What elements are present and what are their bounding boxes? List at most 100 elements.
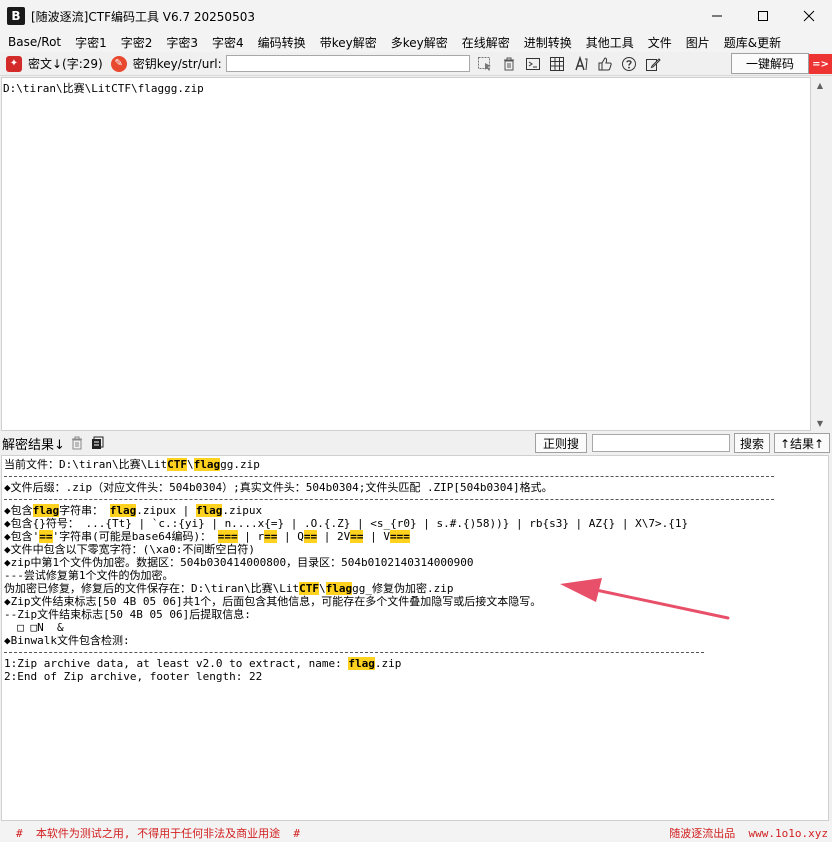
result-text: '字符串(可能是base64编码)： [52, 530, 218, 543]
result-text: | 2V [317, 530, 351, 543]
separator-line [4, 647, 826, 657]
result-text: ◆包含 [4, 504, 33, 517]
copy-result-button[interactable] [89, 435, 105, 451]
table-icon [549, 56, 564, 71]
result-text: 当前文件：D:\tiran\比赛\Lit [4, 458, 168, 471]
highlight-match: === [217, 530, 238, 543]
key-input[interactable] [225, 55, 470, 72]
result-line: 当前文件：D:\tiran\比赛\LitCTF\flaggg.zip [4, 458, 826, 471]
result-text: | Q [277, 530, 304, 543]
copy-icon [91, 436, 104, 449]
menu-item[interactable]: 其他工具 [578, 34, 640, 51]
result-line: ◆zip中第1个文件伪加密。数据区：504b030414000800，目录区：5… [4, 556, 826, 569]
minimize-button[interactable] [694, 0, 740, 32]
thumbs-up-icon [598, 56, 612, 70]
maximize-icon [758, 11, 768, 21]
scroll-down-icon[interactable]: ▼ [811, 415, 829, 431]
highlight-match: == [264, 530, 278, 543]
import-icon[interactable]: ✦ [6, 55, 22, 72]
result-text: ◆包含{}符号： ...{Tt} | `c.:{yi} | n....x{=} … [4, 517, 689, 530]
key-icon[interactable]: ✎ [110, 55, 127, 72]
input-scrollbar[interactable]: ▲ ▼ [811, 77, 829, 431]
window-title: [随波逐流]CTF编码工具 V6.7 20250503 [31, 9, 255, 24]
cipher-text: D:\tiran\比赛\LitCTF\flaggg.zip [3, 82, 204, 95]
menu-item[interactable]: 带key解密 [312, 34, 383, 51]
separator-line [4, 471, 826, 481]
result-text: 2:End of Zip archive, footer length: 22 [4, 670, 263, 683]
menu-item[interactable]: Base/Rot [0, 35, 67, 49]
menu-item[interactable]: 多key解密 [383, 34, 454, 51]
cursor-icon [477, 56, 491, 71]
scroll-up-icon[interactable]: ▲ [811, 77, 829, 93]
result-text: ◆文件后缀：.zip（对应文件头：504b0304）;真实文件头：504b030… [4, 481, 553, 494]
search-button[interactable]: 搜索 [734, 433, 770, 453]
menu-item[interactable]: 图片 [678, 34, 716, 51]
menu-item[interactable]: 字密3 [158, 34, 204, 51]
menu-item[interactable]: 进制转换 [516, 34, 578, 51]
result-text: .zipux [222, 504, 263, 517]
result-text: □ □N & [4, 621, 64, 634]
cipher-toolbar: ✦ 密文↓(字:29) ✎ 密钥key/str/url: 一键解码 => [0, 52, 832, 76]
go-arrow-button[interactable]: => [809, 54, 832, 74]
cipher-text-area[interactable]: D:\tiran\比赛\LitCTF\flaggg.zip [1, 77, 811, 431]
highlight-match: flag [32, 504, 60, 517]
result-text: --Zip文件结束标志[50 4B 05 06]后提取信息: [4, 608, 251, 621]
result-line: ◆包含flag字符串： flag.zipux | flag.zipux [4, 504, 826, 517]
result-line: ◆包含{}符号： ...{Tt} | `c.:{yi} | n....x{=} … [4, 517, 826, 530]
highlight-match: === [389, 530, 410, 543]
result-text: gg_修复伪加密.zip [352, 582, 454, 595]
cipher-label: 密文↓(字:29) [28, 57, 103, 71]
like-button[interactable] [594, 53, 616, 75]
highlight-match: flag [348, 657, 375, 670]
question-icon [621, 56, 636, 71]
close-icon [803, 10, 815, 22]
maximize-button[interactable] [740, 0, 786, 32]
menu-item[interactable]: 题库&更新 [716, 34, 787, 51]
edit-button[interactable] [642, 53, 664, 75]
menu-item[interactable]: 文件 [640, 34, 678, 51]
result-text: | r [237, 530, 265, 543]
highlight-match: flag [195, 504, 223, 517]
result-text-area[interactable]: 当前文件：D:\tiran\比赛\LitCTF\flaggg.zip ◆文件后缀：… [1, 455, 829, 821]
trash-icon [71, 436, 82, 450]
menu-item[interactable]: 在线解密 [454, 34, 516, 51]
result-line: ---尝试修复第1个文件的伪加密。 [4, 569, 826, 582]
result-text: ---尝试修复第1个文件的伪加密。 [4, 569, 174, 582]
table-button[interactable] [546, 53, 568, 75]
clear-result-button[interactable] [69, 435, 85, 451]
result-text: ◆包含' [4, 530, 40, 543]
result-toolbar: 解密结果↓ 正则搜 搜索 ↑结果↑ [0, 432, 832, 454]
title-bar: B [随波逐流]CTF编码工具 V6.7 20250503 [0, 0, 832, 32]
result-line: ◆Zip文件结束标志[50 4B 05 06]共1个，后面包含其他信息，可能存在… [4, 595, 826, 608]
help-button[interactable] [618, 53, 640, 75]
cursor-button[interactable] [474, 53, 496, 75]
result-toggle-button[interactable]: ↑结果↑ [774, 433, 830, 453]
status-footer: # 本软件为测试之用, 不得用于任何非法及商业用途 # 随波逐流出品 www.1… [0, 821, 832, 842]
result-search-input[interactable] [592, 434, 730, 452]
result-text: \ [186, 458, 194, 471]
menu-item[interactable]: 字密1 [67, 34, 113, 51]
menu-item[interactable]: 编码转换 [250, 34, 312, 51]
regex-search-button[interactable]: 正则搜 [535, 433, 587, 453]
result-line: ◆文件中包含以下零宽字符：(\xa0:不间断空白符) [4, 543, 826, 556]
result-text: ◆Binwalk文件包含检测: [4, 634, 130, 647]
highlight-match: flag [325, 582, 353, 595]
result-lines: 当前文件：D:\tiran\比赛\LitCTF\flaggg.zip ◆文件后缀：… [2, 456, 828, 685]
menu-item[interactable]: 字密2 [113, 34, 159, 51]
one-click-decode-button[interactable]: 一键解码 [731, 53, 809, 74]
result-text: ◆Zip文件结束标志[50 4B 05 06]共1个，后面包含其他信息，可能存在… [4, 595, 542, 608]
terminal-button[interactable] [522, 53, 544, 75]
highlight-match: flag [109, 504, 137, 517]
result-line: ◆Binwalk文件包含检测: [4, 634, 826, 647]
result-line: 1:Zip archive data, at least v2.0 to ext… [4, 657, 826, 670]
result-line: 伪加密已修复，修复后的文件保存在：D:\tiran\比赛\LitCTF\flag… [4, 582, 826, 595]
clear-button[interactable] [498, 53, 520, 75]
highlight-match: == [39, 530, 53, 543]
menu-item[interactable]: 字密4 [204, 34, 250, 51]
close-button[interactable] [786, 0, 832, 32]
result-label: 解密结果↓ [2, 437, 65, 453]
result-text: \ [318, 582, 326, 595]
font-button[interactable] [570, 53, 592, 75]
app-logo-icon: B [7, 7, 25, 25]
author-credit: 随波逐流出品 www.1o1o.xyz [669, 827, 828, 840]
